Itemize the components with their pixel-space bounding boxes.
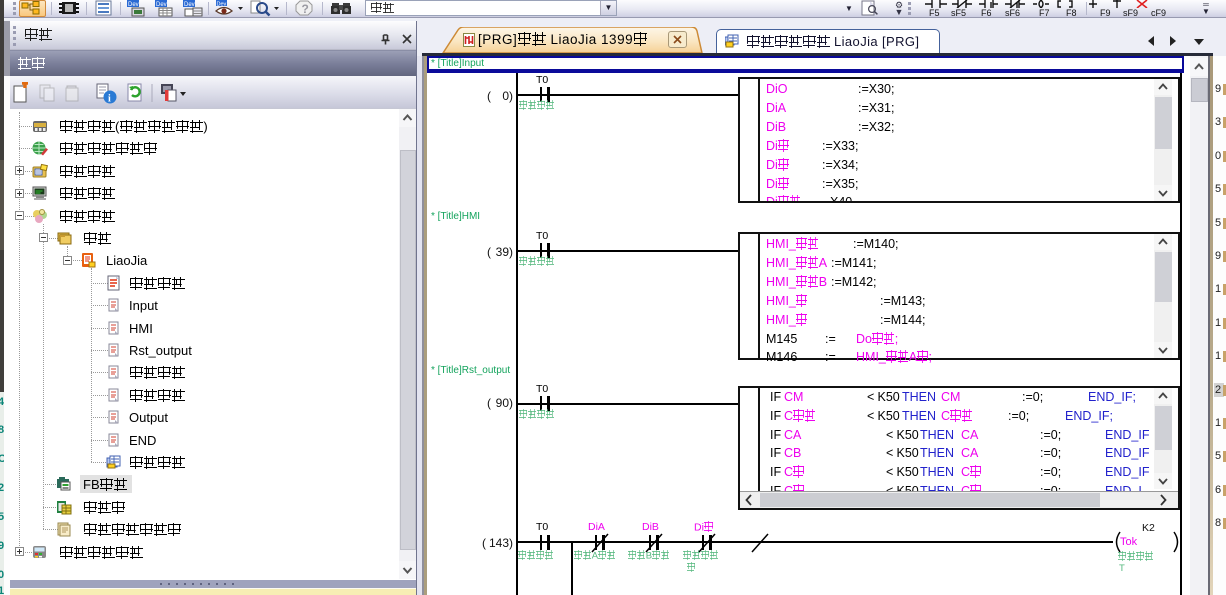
svg-text:i: i bbox=[108, 94, 111, 105]
svg-text:Dev: Dev bbox=[128, 2, 139, 8]
svg-text:Dev: Dev bbox=[184, 2, 195, 8]
svg-text:Dev: Dev bbox=[156, 2, 167, 8]
svg-text:Dev: Dev bbox=[217, 2, 227, 8]
svg-text:?: ? bbox=[302, 2, 309, 16]
